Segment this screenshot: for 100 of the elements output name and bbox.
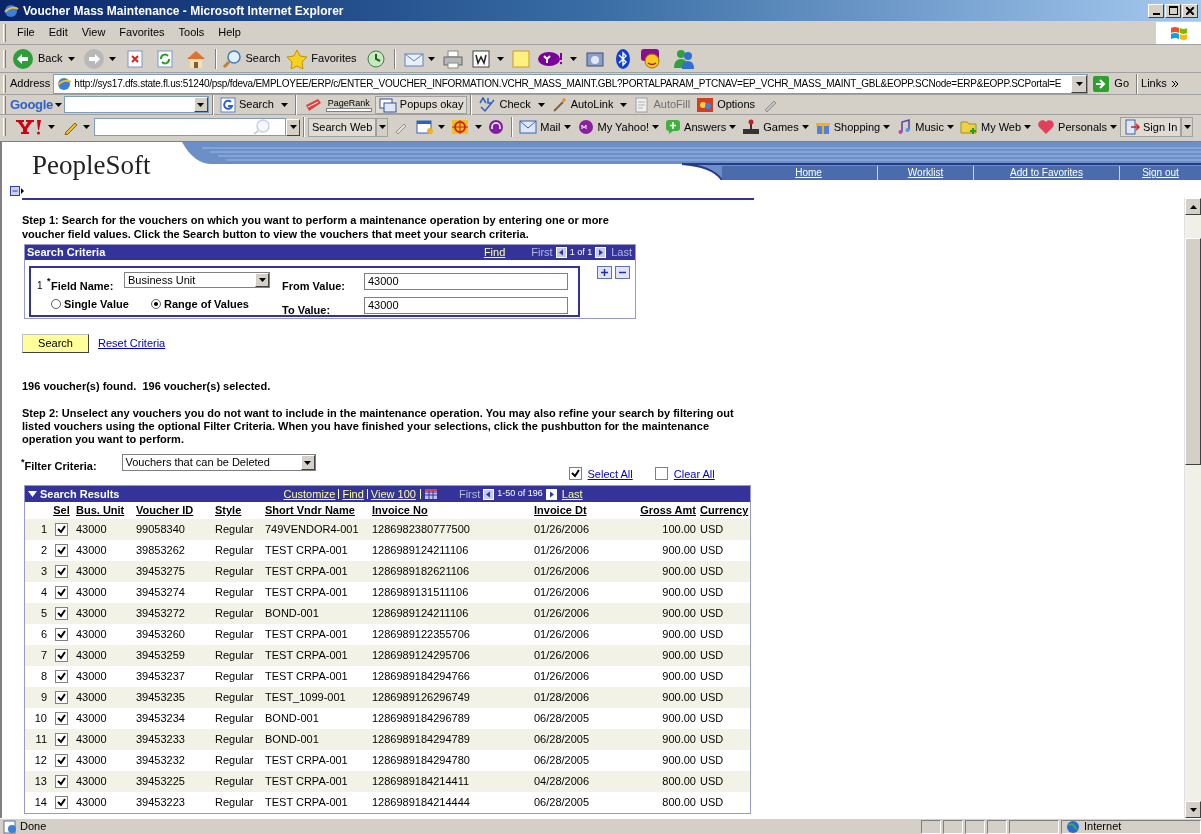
checkbox[interactable] — [55, 796, 68, 809]
caret-icon[interactable] — [48, 125, 55, 129]
toolbar-button[interactable]: Search — [217, 96, 277, 113]
scroll-up-button[interactable] — [1185, 198, 1201, 215]
toolbar-button[interactable]: Answers — [662, 118, 727, 136]
yahoo-logo-icon[interactable] — [14, 118, 42, 136]
column-header[interactable]: Short Vndr Name — [265, 502, 372, 519]
caret-icon[interactable] — [620, 102, 628, 107]
sign-in-button[interactable]: Sign In — [1120, 117, 1182, 137]
caret-icon[interactable] — [652, 125, 660, 129]
caret-icon[interactable] — [280, 102, 288, 107]
caret-icon[interactable] — [537, 102, 545, 107]
menu-item[interactable]: Help — [211, 24, 248, 41]
caret-icon[interactable] — [1075, 81, 1083, 86]
reset-criteria-link[interactable]: Reset Criteria — [98, 335, 166, 352]
links-button[interactable]: Links — [1141, 75, 1179, 92]
from-value-field[interactable]: 43000 — [364, 273, 568, 290]
column-header[interactable]: Gross Amt — [640, 502, 696, 519]
column-header[interactable]: Sel — [53, 502, 70, 519]
checkbox[interactable] — [654, 467, 668, 481]
window-icon[interactable] — [416, 119, 435, 135]
toolbar-button[interactable]: My Web — [956, 118, 1022, 136]
caret-icon[interactable] — [1110, 125, 1118, 129]
select-all-link[interactable]: Select All — [587, 465, 633, 482]
caret-icon[interactable] — [109, 56, 117, 61]
checkbox[interactable] — [55, 712, 68, 725]
clear-all-link[interactable]: Clear All — [673, 465, 715, 482]
checkbox[interactable] — [55, 691, 68, 704]
dropdown-button[interactable] — [376, 117, 389, 137]
people-icon[interactable] — [671, 47, 696, 70]
checkbox[interactable] — [55, 649, 68, 662]
caret-icon[interactable] — [801, 125, 809, 129]
caret-icon[interactable] — [83, 125, 90, 129]
refresh-icon[interactable] — [155, 48, 176, 69]
caret-icon[interactable] — [1024, 125, 1032, 129]
column-header[interactable]: Invoice No — [372, 502, 534, 519]
bluetooth-icon[interactable] — [614, 47, 631, 70]
maximize-button[interactable] — [1165, 3, 1181, 18]
caret-icon[interactable] — [883, 125, 891, 129]
search-field[interactable] — [64, 96, 209, 113]
caret-icon[interactable] — [569, 56, 577, 61]
search-button[interactable]: Search — [22, 334, 89, 353]
nav-link[interactable]: Home — [795, 166, 822, 180]
printer-icon[interactable] — [441, 48, 464, 69]
checkbox[interactable] — [55, 544, 68, 557]
radio-option[interactable]: Single Value — [51, 296, 129, 313]
grid-link[interactable]: View 100 — [366, 489, 419, 499]
vertical-scrollbar[interactable] — [1184, 198, 1201, 818]
previous-icon[interactable] — [555, 247, 567, 258]
history-icon[interactable] — [364, 48, 387, 69]
checkbox[interactable] — [568, 467, 582, 481]
stop-icon[interactable] — [125, 48, 146, 69]
column-header[interactable]: Invoice Dt — [534, 502, 615, 519]
toolbar-button[interactable]: AutoLink — [548, 96, 617, 113]
toolbar-button[interactable]: Options — [693, 96, 759, 113]
caret-icon[interactable] — [1183, 125, 1191, 129]
to-value-field[interactable]: 43000 — [364, 297, 568, 314]
target-icon[interactable] — [451, 119, 470, 135]
next-icon[interactable] — [545, 488, 557, 500]
headphones-icon[interactable] — [488, 119, 505, 135]
column-header[interactable]: Currency — [696, 502, 752, 519]
menu-toggle-icon[interactable] — [10, 186, 24, 196]
field-dropdown[interactable]: Business Unit — [124, 272, 270, 288]
radio-button[interactable] — [51, 299, 61, 310]
toolbar-button[interactable]: Music — [893, 118, 944, 136]
filter-dropdown[interactable]: Vouchers that can be Deleted — [121, 454, 316, 471]
toolbar-button[interactable]: Check — [475, 96, 534, 113]
favorites-button[interactable]: Favorites — [282, 48, 361, 69]
toolbar-button[interactable]: Personals — [1034, 118, 1108, 136]
find-link[interactable]: Find — [483, 244, 506, 261]
back-button[interactable]: Back — [10, 47, 65, 70]
pagerank-icon[interactable] — [303, 96, 322, 113]
dropdown-button[interactable] — [1181, 117, 1194, 137]
search-web-button[interactable]: Search Web — [308, 117, 377, 137]
previous-icon[interactable] — [483, 488, 495, 500]
toolbar-button[interactable]: Popups okay — [375, 96, 467, 113]
checkbox[interactable] — [55, 565, 68, 578]
nav-link[interactable]: Sign out — [1142, 166, 1179, 180]
menu-item[interactable]: Favorites — [112, 24, 172, 41]
toolbar-button[interactable]: My Yahoo! — [573, 118, 650, 136]
nav-link[interactable]: Worklist — [907, 166, 944, 180]
go-button[interactable]: Go — [1088, 74, 1134, 93]
checkbox[interactable] — [55, 523, 68, 536]
delete-row-icon[interactable] — [615, 266, 630, 279]
checkbox[interactable] — [55, 586, 68, 599]
caret-icon[interactable] — [197, 102, 205, 107]
radio-button[interactable] — [151, 299, 161, 310]
caret-icon[interactable] — [563, 125, 571, 129]
checkbox[interactable] — [55, 733, 68, 746]
word-icon[interactable] — [471, 49, 490, 68]
radio-option[interactable]: Range of Values — [151, 296, 249, 313]
collapse-icon[interactable] — [28, 491, 37, 497]
checkbox[interactable] — [55, 670, 68, 683]
caret-icon[interactable] — [496, 56, 504, 61]
caret-icon[interactable] — [475, 125, 483, 129]
menu-item[interactable]: Tools — [171, 24, 212, 41]
next-icon[interactable] — [595, 247, 607, 258]
yahoo-icon[interactable] — [536, 49, 565, 68]
last-link[interactable]: Last — [561, 485, 583, 503]
caret-icon[interactable] — [258, 278, 266, 282]
